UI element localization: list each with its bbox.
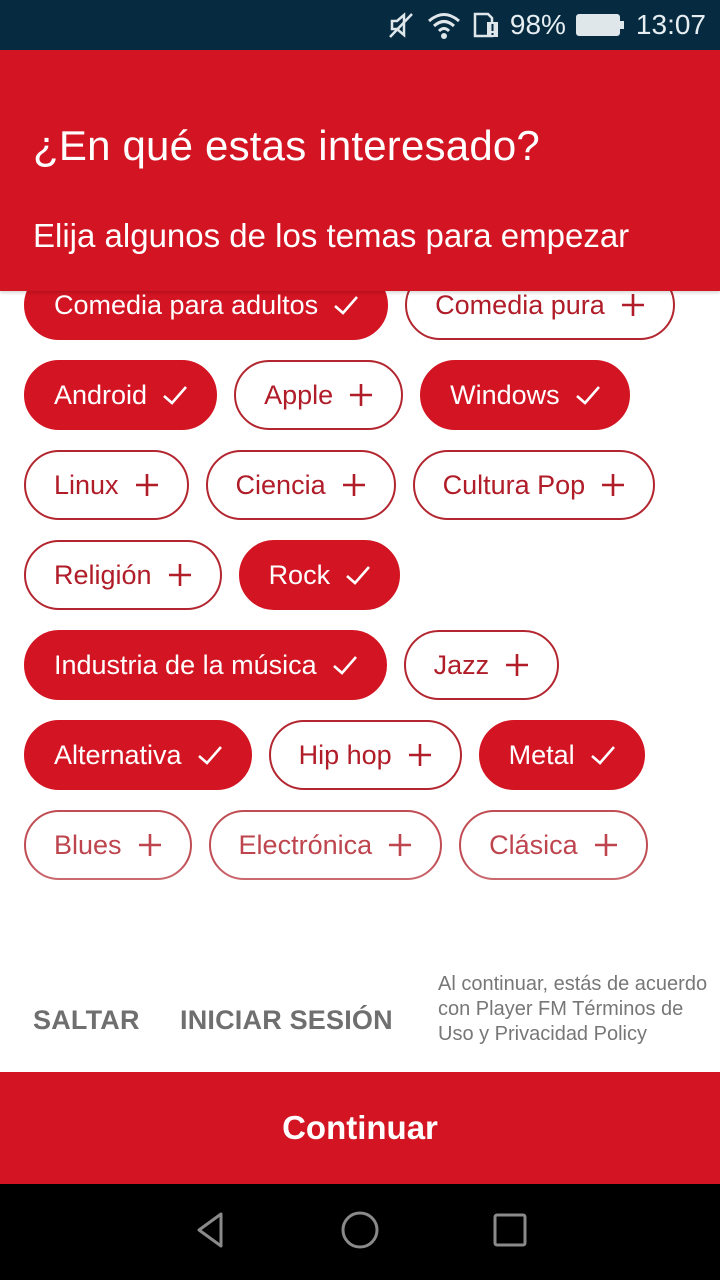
topic-chip[interactable]: Windows <box>420 360 630 430</box>
topic-chip-label: Comedia para adultos <box>54 289 319 320</box>
header: ¿En qué estas interesado? Elija algunos … <box>0 50 720 291</box>
page-subtitle: Elija algunos de los temas para empezar <box>33 217 630 254</box>
check-icon <box>589 741 617 769</box>
chip-row: Religión Rock <box>24 540 704 610</box>
topic-chip-label: Comedia pura <box>435 289 605 320</box>
plus-icon <box>340 471 368 499</box>
recents-icon[interactable] <box>490 1210 530 1255</box>
mute-icon <box>386 10 416 40</box>
skip-button[interactable]: SALTAR <box>33 1005 140 1036</box>
back-icon[interactable] <box>190 1210 230 1255</box>
plus-icon <box>133 471 161 499</box>
topic-chip[interactable]: Ciencia <box>205 450 396 520</box>
status-bar: 98% 13:07 <box>0 0 720 50</box>
topic-chip-label: Linux <box>54 469 119 500</box>
chip-row: Alternativa Hip hop Metal <box>24 720 704 790</box>
topic-chip-label: Cultura Pop <box>442 469 586 500</box>
topic-chip-label: Metal <box>508 739 575 770</box>
topic-chip-label: Blues <box>54 829 122 860</box>
topic-chip-label: Rock <box>268 559 331 590</box>
login-button[interactable]: INICIAR SESIÓN <box>180 1005 393 1036</box>
footer: SALTAR INICIAR SESIÓN Al continuar, está… <box>0 960 720 1072</box>
topic-chip-label: Clásica <box>489 829 578 860</box>
topic-chip[interactable]: Cultura Pop <box>412 450 656 520</box>
topic-chip-label: Electrónica <box>238 829 373 860</box>
plus-icon <box>136 831 164 859</box>
check-icon <box>331 651 359 679</box>
check-icon <box>344 561 372 589</box>
plus-icon <box>503 651 531 679</box>
check-icon <box>196 741 224 769</box>
topic-chip-label: Apple <box>264 379 334 410</box>
topic-chip[interactable]: Jazz <box>403 630 560 700</box>
topic-chip-label: Android <box>54 379 148 410</box>
clock: 13:07 <box>635 9 706 40</box>
topic-chip-label: Industria de la música <box>54 649 317 680</box>
check-icon <box>332 291 360 319</box>
topic-chip-label: Jazz <box>433 649 490 680</box>
plus-icon <box>619 291 647 319</box>
wifi-icon <box>426 10 462 40</box>
topic-chip-label: Ciencia <box>235 469 326 500</box>
battery-icon <box>575 14 624 36</box>
topic-chip-label: Windows <box>450 379 560 410</box>
plus-icon <box>599 471 627 499</box>
topic-chip[interactable]: Rock <box>238 540 401 610</box>
plus-icon <box>592 831 620 859</box>
topic-chip-label: Alternativa <box>54 739 182 770</box>
plus-icon <box>347 381 375 409</box>
topic-chip[interactable]: Religión <box>24 540 222 610</box>
chip-row: Industria de la música Jazz <box>24 630 704 700</box>
topic-chip[interactable]: Apple <box>234 360 404 430</box>
battery-percent: 98% <box>509 9 566 40</box>
topic-chip[interactable]: Metal <box>478 720 645 790</box>
home-icon[interactable] <box>340 1210 380 1255</box>
chip-row: Linux Ciencia Cultura Pop <box>24 450 704 520</box>
chip-row: Android Apple Windows <box>24 360 704 430</box>
scroll-fade <box>0 860 720 920</box>
topic-chip[interactable]: Industria de la música <box>24 630 387 700</box>
plus-icon <box>386 831 414 859</box>
topic-chip-label: Hip hop <box>298 739 392 770</box>
plus-icon <box>406 741 434 769</box>
topic-chip[interactable]: Alternativa <box>24 720 252 790</box>
topic-chip-label: Religión <box>54 559 152 590</box>
topic-chip[interactable]: Android <box>24 360 218 430</box>
navigation-bar <box>0 1184 720 1280</box>
legal-text[interactable]: Al continuar, estás de acuerdo con Playe… <box>438 972 708 1047</box>
page-title: ¿En qué estas interesado? <box>33 122 540 169</box>
check-icon <box>574 381 602 409</box>
continue-button[interactable]: Continuar <box>0 1072 720 1184</box>
sim-alert-icon <box>472 11 500 39</box>
plus-icon <box>166 561 194 589</box>
check-icon <box>161 381 189 409</box>
topic-chips: Comedia para adultos Comedia pura Android A… <box>24 270 704 880</box>
topic-chip[interactable]: Linux <box>24 450 189 520</box>
topic-chip[interactable]: Hip hop <box>268 720 462 790</box>
